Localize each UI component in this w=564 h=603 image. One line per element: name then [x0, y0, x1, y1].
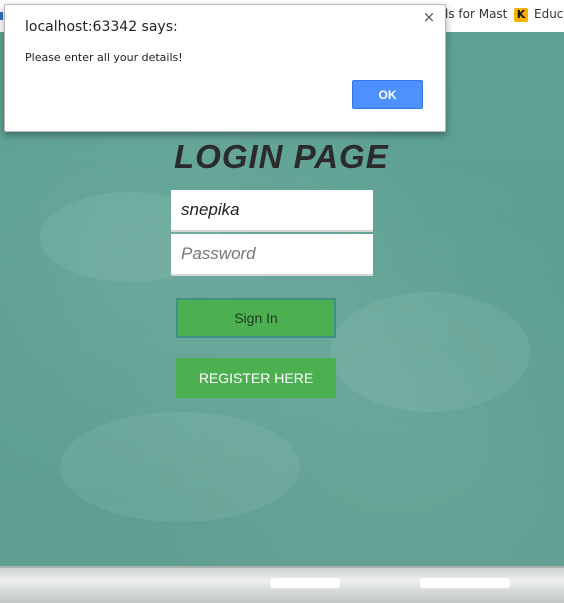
chalk-smear	[60, 412, 300, 522]
close-icon[interactable]: ×	[421, 9, 437, 25]
bookmark-fragment-icon	[0, 12, 3, 20]
password-input[interactable]	[171, 234, 373, 276]
bookmark-item-educ[interactable]: K Educ	[514, 7, 563, 22]
username-input[interactable]	[171, 190, 373, 232]
sign-in-button[interactable]: Sign In	[176, 298, 336, 338]
alert-dialog: localhost:63342 says: × Please enter all…	[4, 4, 446, 132]
chalk-piece	[420, 578, 510, 588]
page-title: LOGIN PAGE	[174, 138, 389, 175]
chalk-smear	[330, 292, 530, 412]
browser-viewport: ls for Mast K Educ LOGIN PAGE Sign In REG…	[0, 0, 564, 603]
bookmark-item[interactable]: ls for Mast	[445, 7, 507, 21]
bookmark-item-label: Educ	[534, 7, 564, 21]
chalkboard-tray	[0, 566, 564, 603]
ok-button[interactable]: OK	[352, 80, 423, 109]
chalk-piece	[270, 578, 340, 588]
dialog-message: Please enter all your details!	[25, 51, 183, 64]
register-button[interactable]: REGISTER HERE	[176, 358, 336, 398]
dialog-title: localhost:63342 says:	[25, 19, 178, 35]
k-logo-icon: K	[514, 7, 528, 22]
